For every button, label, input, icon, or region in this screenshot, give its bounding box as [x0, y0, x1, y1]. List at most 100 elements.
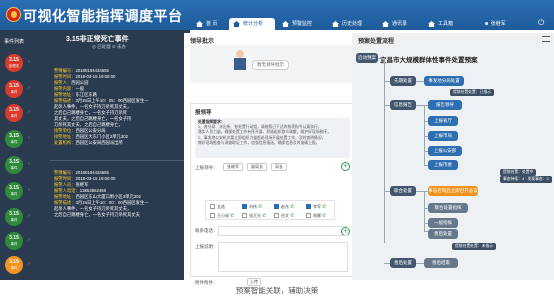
flow-stage-node[interactable]: 善后处置 [390, 258, 416, 268]
recipient-checkbox[interactable]: 张大光 ✆ [242, 213, 266, 219]
no-instruction-bubble: 暂无领导批示 [252, 60, 289, 70]
event-row[interactable]: 3.15 事件 [3, 206, 25, 228]
flow-connector [424, 191, 425, 231]
event-row[interactable]: 3.15 事件 [3, 102, 25, 124]
phone-icon[interactable]: ✆ [322, 213, 326, 219]
flow-status-note: 提前处置处置：已指示 [450, 89, 494, 96]
event-date: 3.15 [9, 133, 19, 139]
menu-icon[interactable] [542, 36, 550, 42]
recipient-checkbox[interactable]: 全选 [210, 204, 225, 210]
event-status: 事件 [10, 166, 18, 170]
recipient-checklist: 全选 刘伟 ✆ 赵东 ✆ 李军 ✆ 王小成 ✆ 张大光 ✆ 孙文 ✆ 周娜 ✆ [205, 200, 335, 220]
home-icon [428, 21, 435, 27]
tab-warning[interactable]: 预警监控 [278, 18, 326, 30]
chevron-right-icon[interactable]: › [28, 237, 30, 243]
tab-toolbox-label: 工具箱 [438, 21, 454, 27]
event-date: 3.15 [9, 57, 19, 63]
chevron-right-icon[interactable]: › [28, 261, 30, 267]
figure-caption: 预案智能关联，辅助决策 [235, 286, 319, 295]
plan-name: 宜昌市大规模群体性事件处置预案 [380, 57, 478, 64]
event-date: 3.15 [9, 159, 19, 165]
recipient-name: 张大光 [249, 213, 261, 218]
tab-statistics[interactable]: 统计分析 [229, 18, 275, 30]
flow-status-note: 提前处置处置：未指示 [452, 243, 496, 250]
app-header: 可视化智能指挥调度平台 首 页 统计分析 预警监控 历史处理 通讯录 工具箱 ☻… [0, 0, 554, 30]
chevron-right-icon[interactable]: › [28, 187, 30, 193]
flow-step-node[interactable]: 上报省厅 [428, 116, 458, 126]
user-menu[interactable]: ☻ 张继军 [484, 20, 506, 27]
flow-step-node[interactable]: 报告领导 [428, 100, 462, 110]
tab-home-label: 首 页 [206, 21, 218, 27]
phone-icon[interactable]: ✆ [290, 213, 294, 219]
phone-icon[interactable]: ✆ [230, 213, 234, 219]
home-icon [196, 21, 203, 27]
phone-input[interactable] [218, 226, 348, 236]
flow-root-node[interactable]: 启动预案 [356, 53, 378, 63]
recipient-checkbox[interactable]: 孙文 ✆ [274, 213, 294, 219]
flow-status-note: 事态持续：4 · 发现事态：3 [500, 176, 552, 183]
event-title: 3.15非正常死亡事件 [66, 36, 129, 43]
detail-line: 之后自己跳楼身亡，一名女子持刀杀死其丈夫 [54, 212, 140, 217]
event-row[interactable]: 3.15 事件 [3, 254, 25, 276]
report-leader-title: 报领导 [195, 110, 212, 116]
flow-stage-node[interactable]: 联合处置 [390, 186, 416, 196]
recipient-checkbox[interactable]: 王小成 ✆ [210, 213, 234, 219]
recipient-checkbox[interactable]: 李军 ✆ [306, 204, 326, 210]
event-row[interactable]: 3.15 事件 [3, 180, 25, 202]
phone-icon[interactable]: ✆ [322, 204, 326, 210]
user-name: 张继军 [490, 21, 506, 27]
flow-step-node[interactable]: 上报市局 [428, 131, 458, 141]
sidebar-header: 事件列表 3.15非正常死亡事件 ◎ 已处理 ⊘ 未办 [0, 30, 190, 52]
home-icon [233, 21, 240, 27]
recipient-checkbox[interactable]: 赵东 ✆ [274, 204, 294, 210]
chevron-right-icon[interactable]: › [28, 59, 30, 65]
report-note-textarea[interactable] [218, 242, 348, 272]
phone-icon[interactable]: ✆ [290, 204, 294, 210]
tab-history[interactable]: 历史处理 [328, 18, 376, 30]
leader-chip[interactable]: 张继军 [223, 163, 243, 171]
chevron-right-icon[interactable]: › [28, 85, 30, 91]
guidance-panel: 领导批示 报领导 处置指挥要求： 1、各分局、派出所、各处置行动组，请按照已下达… [184, 33, 360, 286]
flow-step-node[interactable]: 联合处置指挥 [428, 203, 468, 213]
event-status-links[interactable]: ◎ 已处理 ⊘ 未办 [92, 44, 126, 50]
add-leader-icon[interactable]: + [341, 162, 350, 171]
event-row[interactable]: 3.15 事件 [3, 78, 25, 100]
logout-icon[interactable]: ⏻ [538, 18, 544, 28]
event-date: 3.15 [9, 107, 19, 113]
tab-contacts[interactable]: 通讯录 [378, 18, 420, 30]
leader-chip[interactable]: 副局长 [247, 163, 267, 171]
event-row[interactable]: 3.15 事件 [3, 230, 25, 252]
flow-step-node[interactable]: 上报市委 [428, 160, 458, 170]
chevron-right-icon[interactable]: › [28, 109, 30, 115]
leader-chip[interactable]: 局长 [271, 163, 287, 171]
user-icon: ☻ [484, 21, 491, 27]
event-row[interactable]: 3.15 事件 [3, 128, 25, 150]
recipient-checkbox[interactable]: 周娜 ✆ [306, 213, 326, 219]
tab-toolbox[interactable]: 工具箱 [424, 18, 470, 30]
event-row[interactable]: 3.15 事件 [3, 154, 25, 176]
phone-icon[interactable]: ✆ [262, 213, 266, 219]
event-row[interactable]: 3.15 处理中 [3, 52, 25, 74]
checkbox-icon [210, 213, 215, 219]
flow-step-node[interactable]: 善后处置 [428, 229, 458, 239]
flow-step-node-active[interactable]: 事态控制后立即召开会议 [428, 186, 478, 196]
event-date: 3.15 [9, 83, 19, 89]
chevron-right-icon[interactable]: › [28, 213, 30, 219]
flow-step-node[interactable]: 上报公安部 [428, 146, 462, 156]
flow-step-node[interactable]: 一般指挥 [428, 218, 458, 228]
plan-flow-title: 预案处置流程 [358, 39, 395, 45]
chevron-right-icon[interactable]: › [28, 135, 30, 141]
flow-stage-node[interactable]: 信息报告 [390, 100, 416, 110]
checkbox-icon [242, 213, 247, 219]
flow-step-node[interactable]: 事发地分局处置 [424, 76, 464, 86]
flow-status-note: 提前处置：处置中 [500, 169, 537, 176]
event-date: 3.15 [9, 259, 19, 265]
police-emblem-icon [6, 7, 21, 22]
recipient-name: 王小成 [217, 213, 229, 218]
phone-icon[interactable]: ✆ [258, 204, 262, 210]
flow-stage-node[interactable]: 先期处置 [390, 76, 416, 86]
tab-home[interactable]: 首 页 [192, 18, 228, 30]
flow-step-node[interactable]: 善后结束 [424, 258, 458, 268]
chevron-right-icon[interactable]: › [28, 161, 30, 167]
recipient-checkbox[interactable]: 刘伟 ✆ [242, 204, 262, 210]
